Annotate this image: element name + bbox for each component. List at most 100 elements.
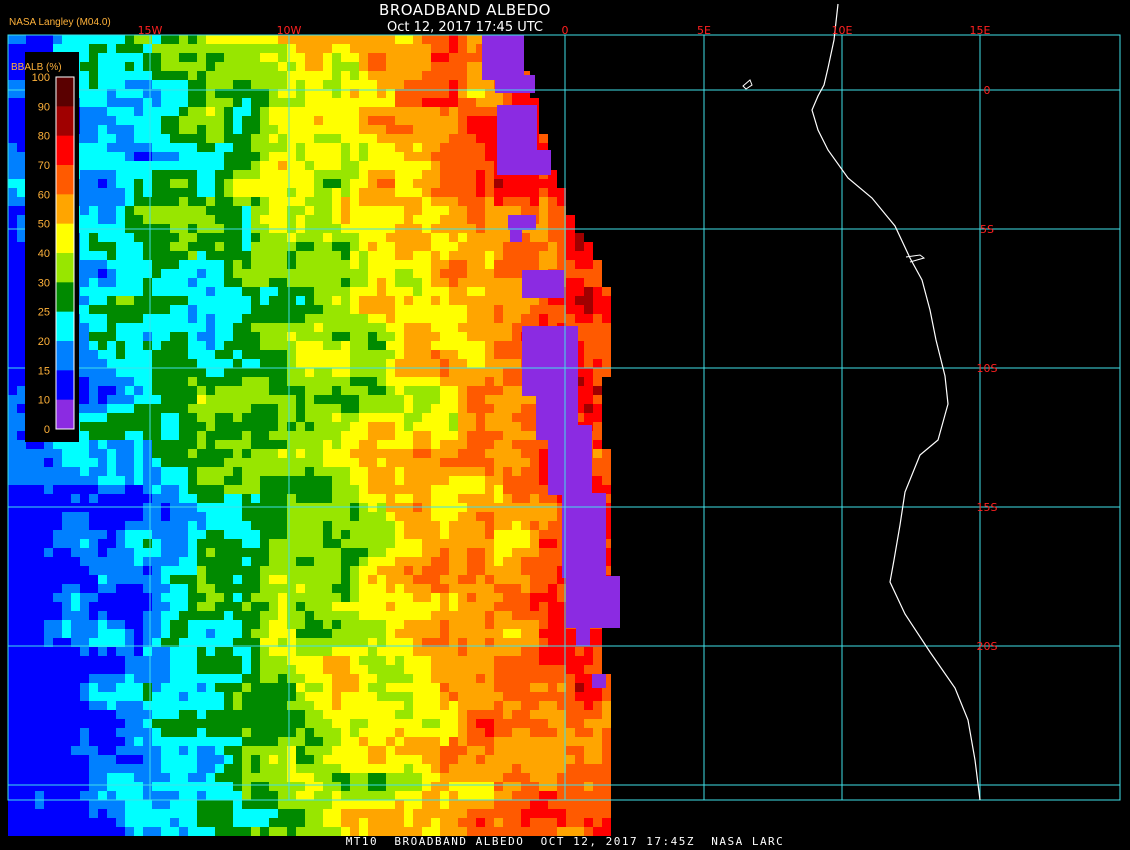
albedo-cell xyxy=(368,440,377,449)
albedo-cell xyxy=(476,602,485,611)
albedo-cell xyxy=(278,584,287,593)
albedo-cell xyxy=(305,467,314,476)
albedo-cell xyxy=(287,278,296,287)
albedo-cell xyxy=(89,80,98,89)
albedo-cell xyxy=(494,449,503,458)
albedo-cell xyxy=(476,197,485,206)
albedo-cell xyxy=(521,710,530,719)
albedo-cell xyxy=(521,260,530,269)
albedo-cell xyxy=(368,692,377,701)
albedo-cell xyxy=(107,530,116,539)
albedo-cell xyxy=(377,359,386,368)
albedo-cell xyxy=(485,323,494,332)
albedo-cell xyxy=(8,359,17,368)
albedo-cell xyxy=(17,350,26,359)
albedo-cell xyxy=(89,368,98,377)
albedo-cell xyxy=(98,458,107,467)
albedo-cell xyxy=(287,584,296,593)
albedo-cell xyxy=(341,620,350,629)
albedo-cell xyxy=(467,539,476,548)
albedo-cell xyxy=(359,377,368,386)
albedo-cell xyxy=(512,377,521,386)
albedo-cell xyxy=(251,323,260,332)
albedo-cell xyxy=(467,674,476,683)
albedo-cell xyxy=(332,557,341,566)
albedo-cell xyxy=(494,359,503,368)
albedo-cell xyxy=(485,287,494,296)
albedo-cell xyxy=(548,179,557,188)
albedo-cell xyxy=(44,449,53,458)
albedo-cell xyxy=(494,593,503,602)
albedo-cell xyxy=(242,269,251,278)
albedo-cell xyxy=(449,422,458,431)
albedo-cell xyxy=(89,557,98,566)
albedo-cell xyxy=(422,368,431,377)
albedo-cell xyxy=(89,566,98,575)
albedo-cell xyxy=(305,458,314,467)
albedo-cell xyxy=(242,431,251,440)
albedo-cell xyxy=(287,467,296,476)
albedo-cell xyxy=(593,710,602,719)
albedo-cell xyxy=(467,80,476,89)
albedo-cell xyxy=(89,35,98,44)
albedo-cell xyxy=(296,242,305,251)
albedo-cell xyxy=(521,611,530,620)
albedo-cell xyxy=(512,692,521,701)
albedo-cell xyxy=(71,476,80,485)
albedo-cell xyxy=(224,215,233,224)
albedo-cell xyxy=(431,314,440,323)
albedo-cell xyxy=(8,629,17,638)
albedo-cell xyxy=(251,305,260,314)
albedo-cell xyxy=(485,386,494,395)
albedo-cell xyxy=(188,602,197,611)
albedo-cell xyxy=(161,53,170,62)
albedo-cell xyxy=(314,71,323,80)
albedo-cell xyxy=(269,314,278,323)
albedo-cell xyxy=(602,314,611,323)
albedo-cell xyxy=(98,611,107,620)
albedo-cell xyxy=(287,458,296,467)
albedo-cell xyxy=(296,494,305,503)
albedo-cell xyxy=(143,647,152,656)
albedo-cell xyxy=(494,584,503,593)
albedo-cell xyxy=(116,611,125,620)
albedo-cell xyxy=(350,476,359,485)
albedo-cell xyxy=(44,539,53,548)
albedo-cell xyxy=(350,332,359,341)
albedo-cell xyxy=(323,332,332,341)
albedo-cell xyxy=(242,143,251,152)
albedo-cell xyxy=(404,269,413,278)
albedo-cell xyxy=(404,251,413,260)
albedo-cell xyxy=(323,494,332,503)
albedo-cell xyxy=(422,449,431,458)
albedo-cell xyxy=(89,431,98,440)
albedo-cell xyxy=(170,143,179,152)
albedo-cell xyxy=(332,377,341,386)
albedo-cell xyxy=(188,548,197,557)
albedo-cell xyxy=(395,449,404,458)
albedo-cell xyxy=(512,674,521,683)
albedo-cell xyxy=(350,440,359,449)
albedo-cell xyxy=(395,341,404,350)
albedo-cell xyxy=(260,53,269,62)
albedo-cell xyxy=(278,665,287,674)
albedo-cell xyxy=(368,332,377,341)
albedo-cell xyxy=(179,611,188,620)
albedo-cell xyxy=(116,575,125,584)
albedo-cell xyxy=(341,98,350,107)
albedo-cell xyxy=(323,44,332,53)
albedo-cell xyxy=(593,692,602,701)
albedo-cell xyxy=(197,143,206,152)
albedo-cell xyxy=(269,494,278,503)
albedo-cell xyxy=(215,215,224,224)
albedo-cell xyxy=(332,215,341,224)
albedo-cell xyxy=(17,656,26,665)
albedo-cell xyxy=(215,395,224,404)
albedo-cell xyxy=(152,197,161,206)
albedo-cell xyxy=(422,494,431,503)
albedo-cell xyxy=(17,485,26,494)
albedo-cell xyxy=(350,494,359,503)
albedo-cell xyxy=(35,620,44,629)
albedo-cell xyxy=(107,341,116,350)
albedo-cell xyxy=(80,296,89,305)
